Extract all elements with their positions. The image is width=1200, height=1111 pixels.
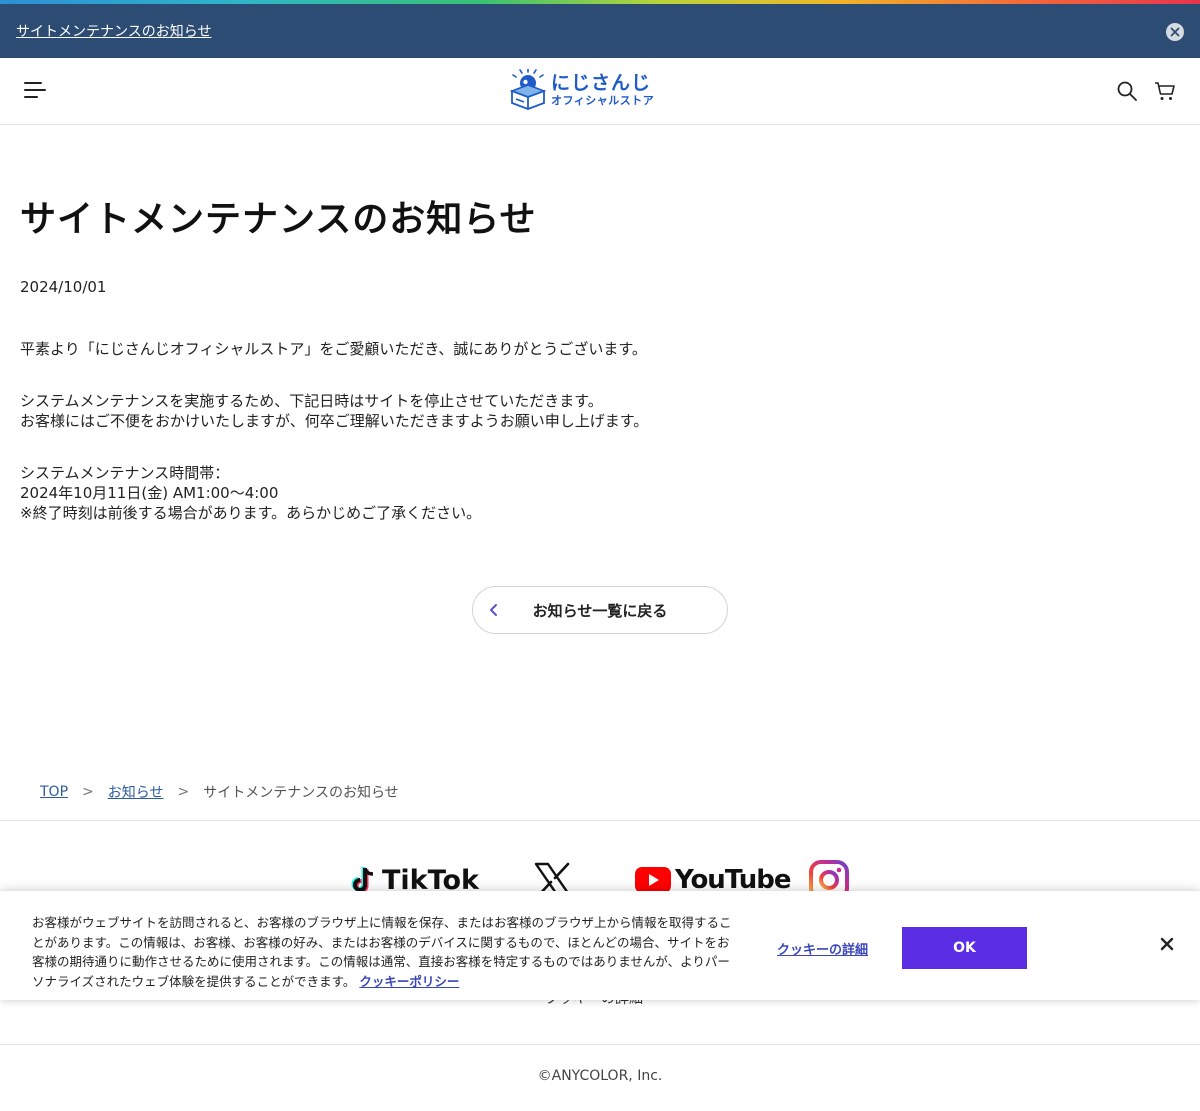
announcement-link[interactable]: サイトメンテナンスのお知らせ — [16, 21, 211, 41]
copyright: ©ANYCOLOR, Inc. — [537, 1068, 663, 1084]
close-icon — [1170, 27, 1180, 37]
cookie-close-button[interactable] — [1158, 935, 1176, 953]
youtube-icon — [635, 867, 671, 893]
article-paragraph-3: システムメンテナンス時間帯： 2024年10月11日(金) AM1:00～4:0… — [20, 464, 482, 522]
breadcrumb-separator: > — [177, 784, 190, 800]
breadcrumb-news[interactable]: お知らせ — [108, 782, 164, 802]
article-paragraph-2: システムメンテナンスを実施するため、下記日時はサイトを停止させていただきます。 … — [20, 392, 649, 430]
announcement-bar: サイトメンテナンスのお知らせ — [0, 4, 1200, 58]
logo-main-text: にじさんじ — [551, 72, 652, 94]
cart-button[interactable] — [1154, 80, 1176, 102]
back-button-label: お知らせ一覧に戻る — [532, 601, 668, 620]
article-paragraph-1: 平素より「にじさんじオフィシャルストア」をご愛顧いただき、誠にありがとうございま… — [20, 340, 647, 358]
site-logo[interactable]: にじさんじ オフィシャルストア — [509, 68, 669, 112]
breadcrumb-top[interactable]: TOP — [40, 784, 68, 800]
footer-divider — [0, 820, 1200, 821]
cookie-details-link[interactable]: クッキーの詳細 — [777, 939, 868, 958]
chevron-left-icon — [490, 604, 497, 616]
article-date: 2024/10/01 — [20, 278, 107, 296]
breadcrumb-separator: > — [82, 784, 94, 800]
close-icon — [1160, 937, 1174, 951]
cookie-ok-button[interactable]: OK — [902, 927, 1027, 969]
cookie-banner-text: お客様がウェブサイトを訪問されると、お客様のブラウザ上に情報を保存、またはお客様… — [32, 915, 732, 989]
breadcrumb-current: サイトメンテナンスのお知らせ — [203, 785, 399, 801]
site-header: にじさんじ オフィシャルストア — [0, 58, 1200, 125]
search-button[interactable] — [1116, 80, 1138, 102]
menu-button[interactable] — [24, 82, 46, 100]
breadcrumb: TOP > お知らせ > サイトメンテナンスのお知らせ — [40, 782, 399, 802]
page-title: サイトメンテナンスのお知らせ — [20, 199, 537, 240]
footer-divider — [0, 1044, 1200, 1045]
menu-icon — [24, 82, 42, 84]
logo-box-icon — [509, 68, 547, 111]
cart-icon — [1155, 82, 1175, 100]
cookie-policy-link[interactable]: クッキーポリシー — [359, 974, 459, 989]
logo-sub-text: オフィシャルストア — [551, 94, 655, 107]
search-icon — [1117, 81, 1137, 101]
announcement-close-button[interactable] — [1166, 23, 1184, 41]
cookie-banner: お客様がウェブサイトを訪問されると、お客様のブラウザ上に情報を保存、またはお客様… — [0, 891, 1200, 1000]
back-to-news-list-button[interactable]: お知らせ一覧に戻る — [472, 586, 728, 634]
